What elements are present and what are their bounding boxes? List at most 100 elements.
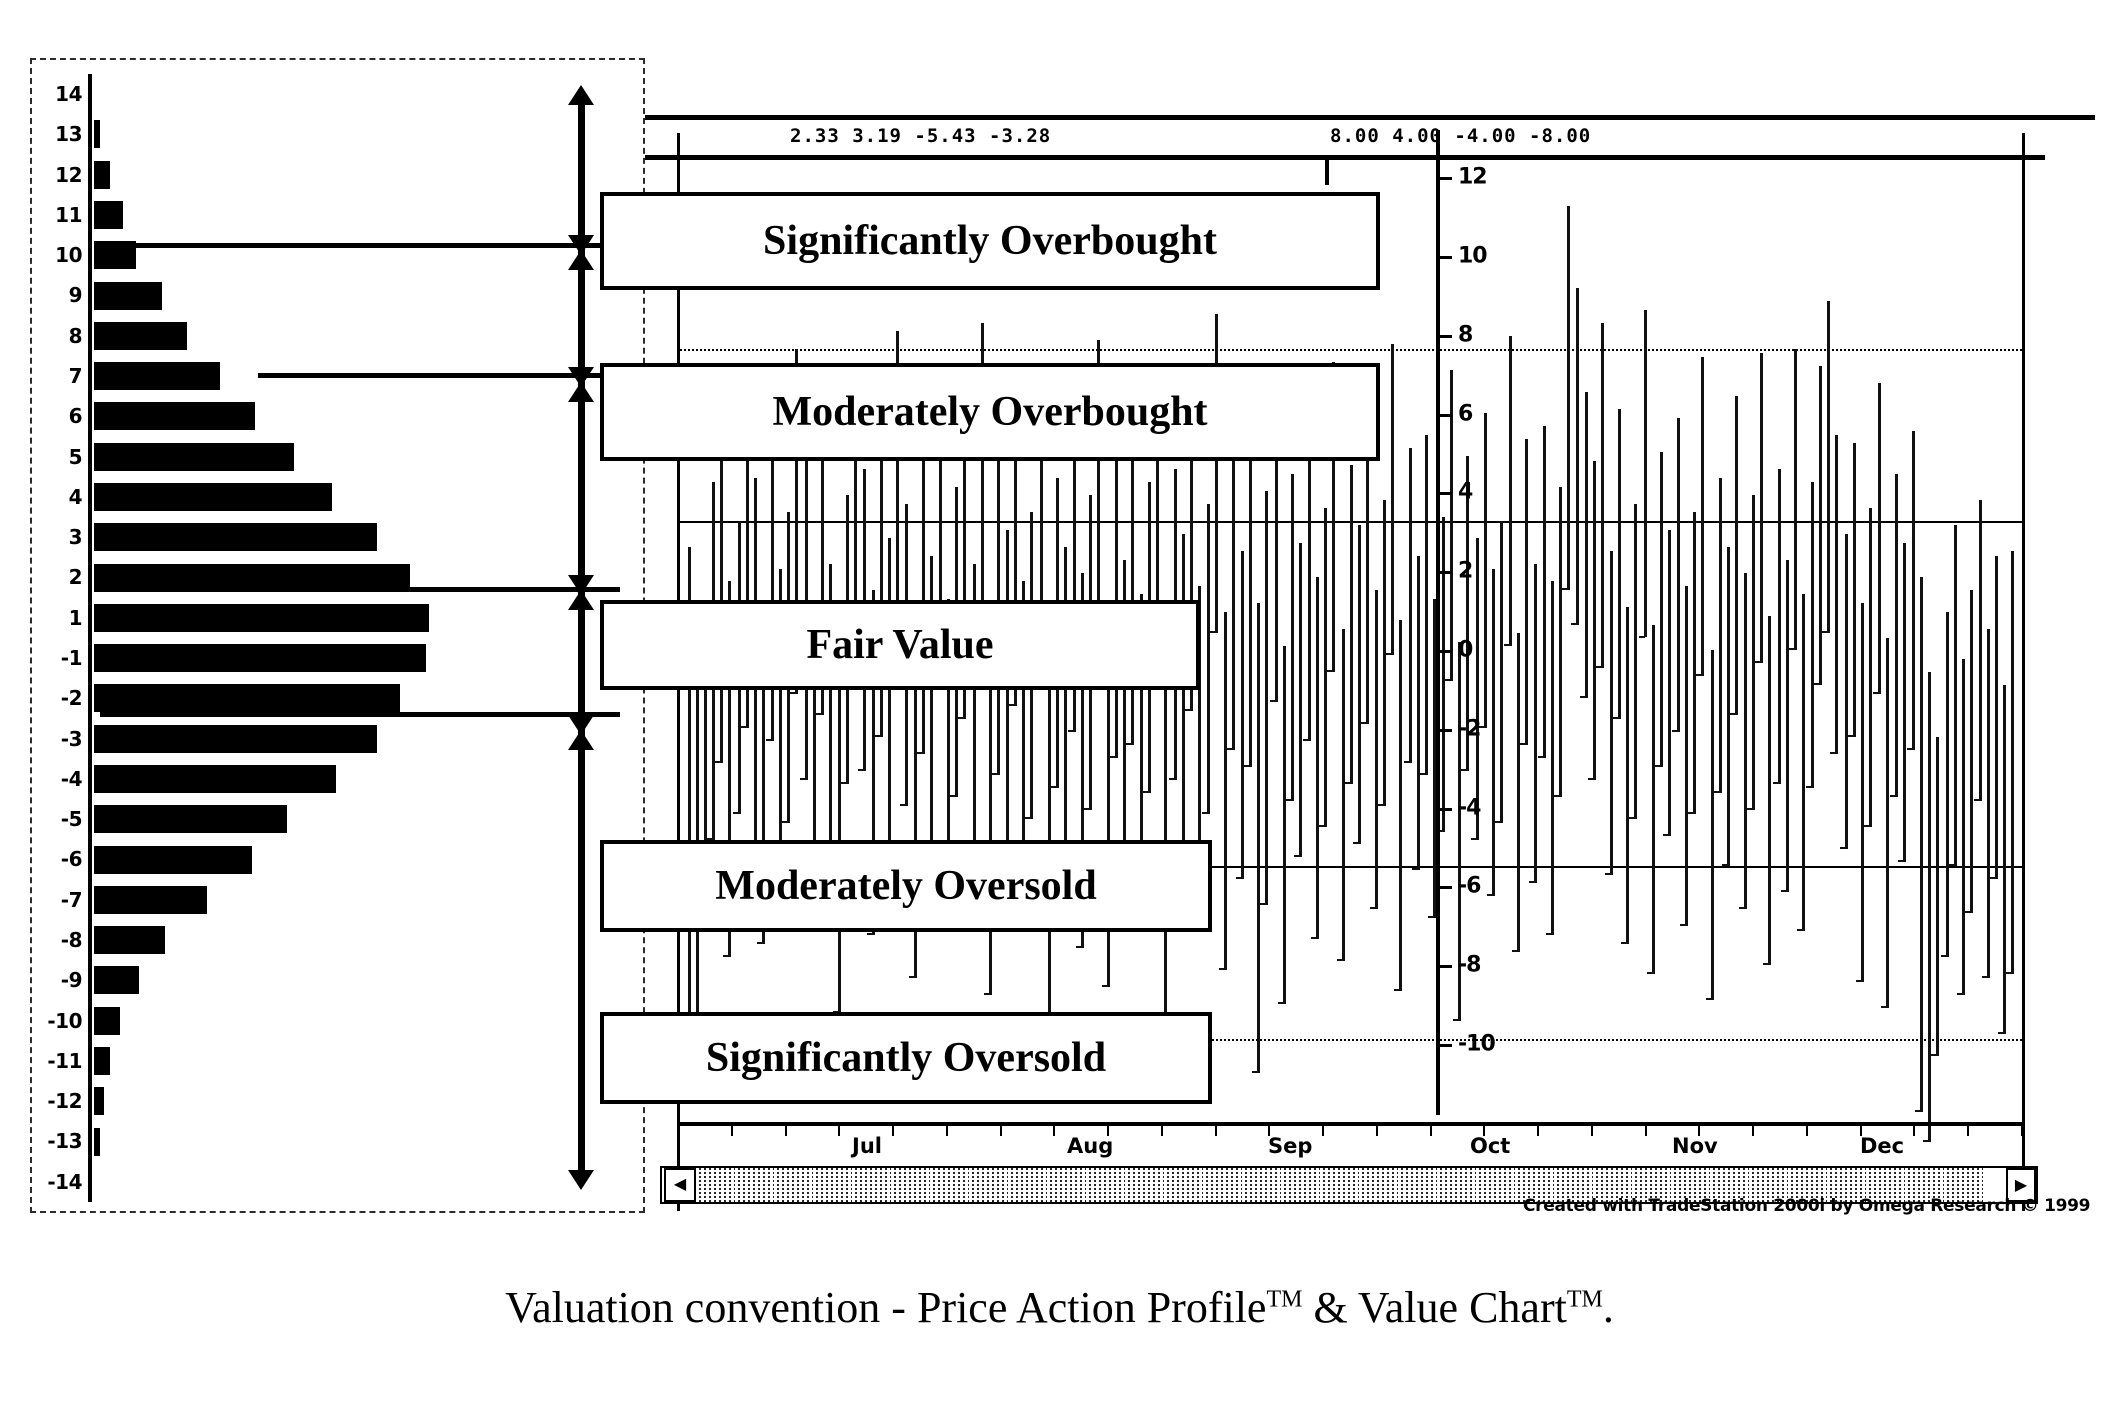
- price-bar-close-tick: [756, 941, 763, 944]
- profile-axis-label: 1: [68, 605, 83, 630]
- date-chip[interactable]: [894, 1168, 930, 1202]
- price-bar-close-tick: [1210, 631, 1217, 634]
- price-bar: [1685, 585, 1689, 927]
- price-bar-close-tick: [1125, 743, 1132, 746]
- price-bar-close-tick: [1747, 807, 1754, 810]
- profile-axis-label: -5: [60, 807, 83, 832]
- date-chip[interactable]: [777, 1168, 813, 1202]
- price-bar-close-tick: [782, 820, 789, 823]
- price-bar: [1416, 555, 1420, 871]
- price-bar: [1667, 529, 1671, 836]
- price-bar-close-tick: [1293, 855, 1300, 858]
- profile-axis-label: 7: [68, 364, 83, 388]
- price-bar: [1659, 452, 1663, 767]
- date-chip[interactable]: [855, 1168, 891, 1202]
- price-bar: [1811, 482, 1815, 789]
- price-bar: [1860, 603, 1864, 983]
- date-chip[interactable]: [1089, 1168, 1125, 1202]
- price-bar-close-tick: [1662, 833, 1669, 836]
- price-bar-close-tick: [950, 795, 957, 798]
- profile-axis-label: -4: [60, 766, 83, 791]
- x-axis-month-label: Dec: [1860, 1134, 1905, 1158]
- date-chip[interactable]: [1284, 1168, 1320, 1202]
- date-chip[interactable]: [1362, 1168, 1398, 1202]
- arrow-head-sig-ob-2: [568, 250, 594, 270]
- price-bar-close-tick: [1713, 790, 1720, 793]
- profile-axis-label: -6: [60, 847, 83, 872]
- price-bar: [1257, 603, 1261, 1073]
- price-bar: [1827, 301, 1831, 634]
- date-chip[interactable]: [699, 1168, 735, 1202]
- price-bar: [1835, 434, 1839, 754]
- date-chip[interactable]: [816, 1168, 852, 1202]
- price-bar: [1869, 508, 1872, 828]
- profile-bar: [94, 684, 400, 713]
- price-bar: [1357, 525, 1361, 845]
- price-bar-close-tick: [1705, 997, 1712, 1000]
- date-chip[interactable]: [1323, 1168, 1359, 1202]
- date-chip[interactable]: [1206, 1168, 1242, 1202]
- price-bar-close-tick: [1763, 963, 1770, 966]
- zone-label-moderately-oversold: Moderately Oversold: [715, 863, 1097, 909]
- y-axis-tick: [1436, 177, 1452, 181]
- profile-axis-label: -9: [60, 968, 83, 993]
- x-axis-tick: [1967, 1126, 1969, 1136]
- profile-bar: [94, 724, 377, 753]
- price-bar: [1677, 417, 1681, 733]
- y-axis-label: 4: [1458, 479, 1473, 505]
- date-chip[interactable]: [1479, 1168, 1515, 1202]
- date-chip[interactable]: [972, 1168, 1008, 1202]
- tradestation-credit: Created with TradeStation 2000i by Omega…: [1523, 1196, 2091, 1216]
- price-bar: [1878, 383, 1882, 694]
- price-bar-close-tick: [2006, 971, 2013, 974]
- x-axis-tick: [1591, 1126, 1593, 1136]
- price-bar: [1341, 628, 1345, 961]
- profile-axis-label: 12: [55, 162, 82, 187]
- date-chip[interactable]: [1401, 1168, 1437, 1202]
- x-axis-tick: [892, 1126, 894, 1136]
- x-axis-tick: [677, 1126, 679, 1136]
- date-chip[interactable]: [1440, 1168, 1476, 1202]
- date-chip[interactable]: [1011, 1168, 1047, 1202]
- price-bar-close-tick: [1654, 764, 1661, 767]
- date-chip[interactable]: [1128, 1168, 1164, 1202]
- price-bar: [1298, 542, 1302, 858]
- x-axis-tick: [1376, 1126, 1378, 1136]
- x-axis-tick: [2021, 1126, 2023, 1136]
- y-axis-tick: [1436, 965, 1452, 969]
- price-bar-close-tick: [1168, 777, 1175, 780]
- date-chip[interactable]: [1050, 1168, 1086, 1202]
- price-bar: [1995, 555, 1999, 879]
- price-bar-close-tick: [1370, 907, 1377, 910]
- price-bar-close-tick: [1739, 907, 1746, 910]
- date-chip[interactable]: [933, 1168, 969, 1202]
- price-bar: [1207, 503, 1211, 815]
- price-bar-close-tick: [991, 773, 998, 776]
- price-bar: [1282, 646, 1286, 1005]
- date-chip[interactable]: [1167, 1168, 1203, 1202]
- x-axis-tick: [1645, 1126, 1647, 1136]
- profile-bar: [94, 1087, 104, 1116]
- price-bar: [1734, 396, 1738, 716]
- price-bar-close-tick: [1755, 661, 1762, 664]
- price-bar: [1391, 344, 1395, 655]
- price-bar-close-tick: [1839, 846, 1846, 849]
- price-bar: [1634, 503, 1638, 819]
- price-bar: [1223, 611, 1227, 970]
- price-bar-close-tick: [1605, 872, 1611, 875]
- price-bar-close-tick: [1403, 760, 1410, 763]
- price-bar-close-tick: [1822, 631, 1829, 634]
- date-chip[interactable]: [1245, 1168, 1281, 1202]
- price-bar: [1408, 447, 1412, 763]
- price-bar: [888, 538, 891, 862]
- y-axis-tick: [1436, 728, 1452, 732]
- price-bar-close-tick: [857, 769, 864, 772]
- profile-vertical-axis: [88, 74, 92, 1202]
- zone-label-significantly-overbought: Significantly Overbought: [763, 218, 1217, 264]
- price-bar-close-tick: [1830, 751, 1837, 754]
- price-bar-close-tick: [1729, 713, 1736, 716]
- date-chip[interactable]: [738, 1168, 774, 1202]
- y-axis-label: -4: [1458, 795, 1481, 821]
- price-bar-close-tick: [1068, 730, 1075, 733]
- scroll-left-button[interactable]: ◀: [664, 1168, 696, 1202]
